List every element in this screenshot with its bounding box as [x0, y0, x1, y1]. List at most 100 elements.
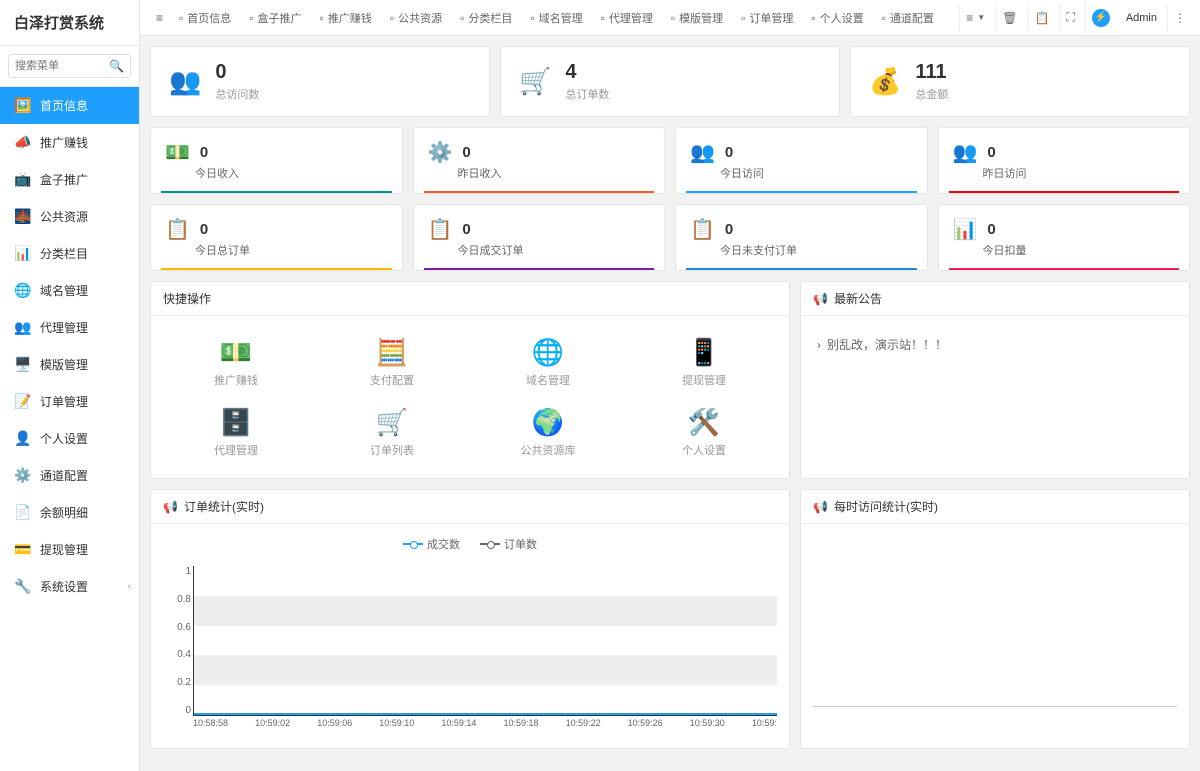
- nav-icon: 🖼️: [14, 97, 30, 114]
- top-tab-4[interactable]: ▫分类栏目: [452, 4, 520, 32]
- sidebar-item-12[interactable]: 💳提现管理: [0, 531, 139, 568]
- quick-icon: 📱: [631, 336, 777, 368]
- sidebar-item-10[interactable]: ⚙️通道配置: [0, 457, 139, 494]
- mini1-card-2: 👥0今日访问: [675, 127, 928, 194]
- tab-label: 代理管理: [609, 10, 653, 26]
- tab-label: 模版管理: [679, 10, 723, 26]
- list-dropdown[interactable]: ≡ ▼: [959, 5, 991, 31]
- sidebar-item-13[interactable]: 🔧系统设置‹: [0, 568, 139, 605]
- nav-icon: 👥: [14, 319, 30, 336]
- nav-icon: 📝: [14, 393, 30, 410]
- mini-stats-row-2: 📋0今日总订单📋0今日成交订单📋0今日未支付订单📊0今日扣量: [150, 204, 1190, 271]
- mini-label: 今日扣量: [983, 242, 1176, 258]
- quick-ops-grid: 💵推广赚钱🧮支付配置🌐域名管理 📱 提现管理 🗄️代理管理🛒订单列表🌍公共资源库🛠️个…: [163, 328, 777, 466]
- top-tab-0[interactable]: ▫首页信息: [171, 4, 239, 32]
- nav-label: 通道配置: [40, 467, 88, 484]
- mini1-card-0: 💵0今日收入: [150, 127, 403, 194]
- x-tick: 10:59:18: [503, 718, 538, 736]
- tab-icon: ▫: [390, 11, 394, 25]
- tab-label: 推广赚钱: [328, 10, 372, 26]
- sidebar-item-3[interactable]: 🌉公共资源: [0, 198, 139, 235]
- sidebar-item-4[interactable]: 📊 分类栏目: [0, 235, 139, 272]
- copy-icon[interactable]: 📋: [1027, 5, 1055, 31]
- sidebar-item-6[interactable]: 👥代理管理: [0, 309, 139, 346]
- search-input[interactable]: [15, 60, 109, 72]
- quick-label: 提现管理: [631, 372, 777, 388]
- admin-name[interactable]: Admin: [1120, 12, 1163, 24]
- quick-icon: 🌍: [475, 406, 621, 438]
- megaphone-icon: 📢: [813, 500, 828, 514]
- mini-label: 昨日访问: [983, 165, 1176, 181]
- more-icon[interactable]: ⋮: [1167, 5, 1192, 31]
- mini-icon: 👥: [690, 140, 715, 165]
- sidebar-item-2[interactable]: 📺盒子推广: [0, 161, 139, 198]
- top-tab-7[interactable]: ▫模版管理: [663, 4, 731, 32]
- nav-label: 分类栏目: [40, 245, 88, 262]
- quick-item-5[interactable]: 🛒订单列表: [319, 406, 465, 458]
- top-tab-2[interactable]: ▫推广赚钱: [312, 4, 380, 32]
- announcement-body: ›别乱改，演示站！！！: [801, 316, 1189, 373]
- top-actions: ≡ ▼ 🗑 📋 ⛶ ⚡ Admin ⋮: [959, 3, 1192, 33]
- quick-item-1[interactable]: 🧮支付配置: [319, 336, 465, 388]
- quick-item-7[interactable]: 🛠️个人设置: [631, 406, 777, 458]
- top-stat-1: 🛒4总订单数: [500, 46, 840, 117]
- quick-item-4[interactable]: 🗄️代理管理: [163, 406, 309, 458]
- top-tab-3[interactable]: ▫公共资源: [382, 4, 450, 32]
- quick-label: 支付配置: [319, 372, 465, 388]
- y-tick: 0.4: [163, 649, 191, 660]
- trash-icon[interactable]: 🗑: [995, 5, 1023, 31]
- top-tab-6[interactable]: ▫代理管理: [593, 4, 661, 32]
- y-tick: 0.8: [163, 594, 191, 605]
- sidebar-item-11[interactable]: 📄余额明细: [0, 494, 139, 531]
- tab-label: 个人设置: [820, 10, 864, 26]
- quick-item-2[interactable]: 🌐域名管理: [475, 336, 621, 388]
- mini-value: 0: [987, 221, 995, 238]
- top-tab-1[interactable]: ▫盒子推广: [241, 4, 309, 32]
- y-tick: 1: [163, 566, 191, 577]
- sidebar-item-5[interactable]: 🌐域名管理: [0, 272, 139, 309]
- chart-x-axis: 10:58:5810:59:0210:59:0610:59:1010:59:14…: [193, 718, 777, 736]
- sidebar-item-9[interactable]: 👤个人设置: [0, 420, 139, 457]
- fullscreen-icon[interactable]: ⛶: [1059, 4, 1080, 31]
- top-tab-9[interactable]: ▫个人设置: [803, 4, 871, 32]
- sidebar-item-0[interactable]: 🖼️ 首页信息: [0, 87, 139, 124]
- quick-item-6[interactable]: 🌍公共资源库: [475, 406, 621, 458]
- top-tabs: ▫首页信息▫盒子推广▫推广赚钱▫公共资源▫分类栏目▫域名管理▫代理管理▫模版管理…: [171, 4, 959, 32]
- nav-icon: 📊: [14, 245, 30, 262]
- quick-item-3[interactable]: 📱 提现管理: [631, 336, 777, 388]
- mini-icon: 👥: [953, 140, 978, 165]
- avatar[interactable]: ⚡: [1085, 3, 1116, 33]
- nav-label: 提现管理: [40, 541, 88, 558]
- tab-icon: ▫: [179, 11, 183, 25]
- sidebar-item-8[interactable]: 📝订单管理: [0, 383, 139, 420]
- mini-icon: 📋: [428, 217, 453, 242]
- top-tab-8[interactable]: ▫订单管理: [733, 4, 801, 32]
- nav-label: 首页信息: [40, 97, 88, 114]
- mini-label: 今日访问: [720, 165, 913, 181]
- nav-icon: 📄: [14, 504, 30, 521]
- tab-icon: ▫: [530, 11, 534, 25]
- mini-label: 今日成交订单: [458, 242, 651, 258]
- sidebar-item-7[interactable]: 🖥️模版管理: [0, 346, 139, 383]
- visit-chart-body: [801, 524, 1189, 724]
- top-tab-10[interactable]: ▫通道配置: [874, 4, 942, 32]
- hamburger-icon[interactable]: ≡: [148, 11, 171, 25]
- announce-item-0[interactable]: ›别乱改，演示站！！！: [813, 328, 1177, 361]
- x-tick: 10:59:26: [628, 718, 663, 736]
- search-icon[interactable]: 🔍: [109, 59, 124, 73]
- sidebar-item-1[interactable]: 📣推广赚钱: [0, 124, 139, 161]
- nav-icon: 🔧: [14, 578, 30, 595]
- mini2-card-3: 📊 0 今日扣量: [938, 204, 1191, 271]
- mini-icon: ⚙️: [428, 140, 453, 165]
- tab-label: 盒子推广: [258, 10, 302, 26]
- quick-item-0[interactable]: 💵推广赚钱: [163, 336, 309, 388]
- y-tick: 0.6: [163, 622, 191, 633]
- mini-icon: 📊: [953, 217, 978, 242]
- nav-label: 推广赚钱: [40, 134, 88, 151]
- stat-label: 总访问数: [215, 86, 259, 102]
- chevron-left-icon: ‹: [128, 581, 131, 592]
- x-tick: 10:59:10: [379, 718, 414, 736]
- topbar: ≡ ▫首页信息▫盒子推广▫推广赚钱▫公共资源▫分类栏目▫域名管理▫代理管理▫模版…: [140, 0, 1200, 36]
- nav-icon: 🌐: [14, 282, 30, 299]
- top-tab-5[interactable]: ▫域名管理: [522, 4, 590, 32]
